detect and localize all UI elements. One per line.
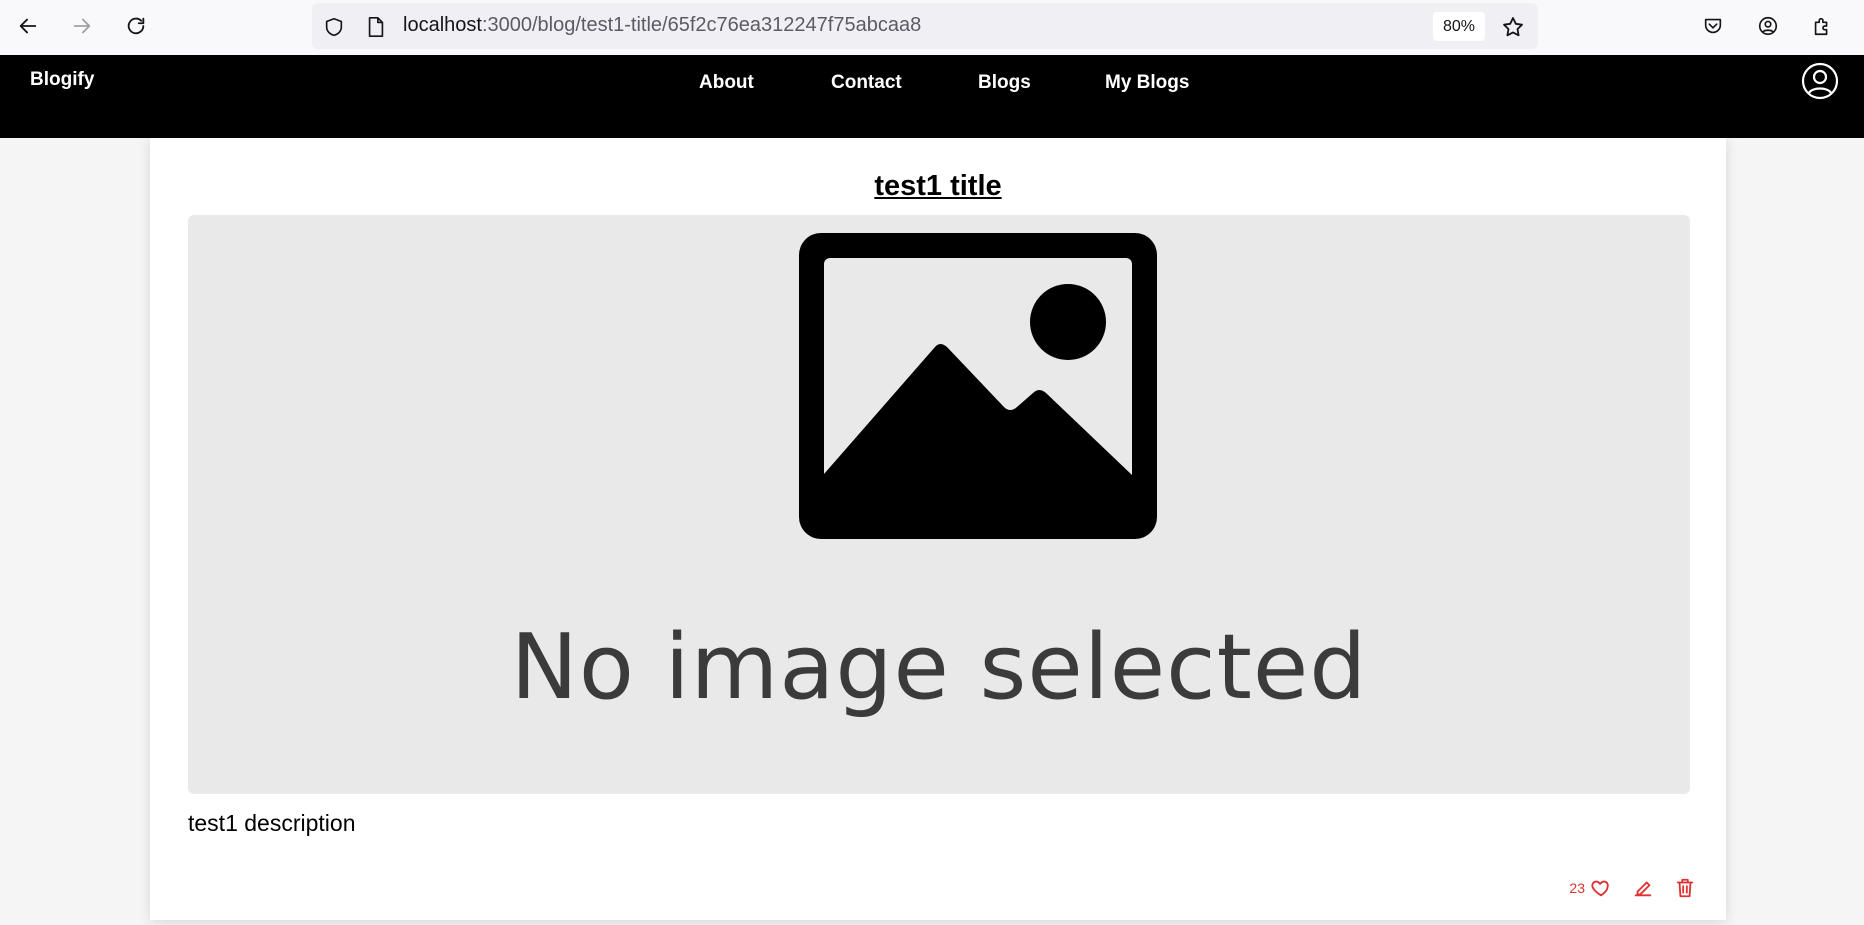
nav-my-blogs[interactable]: My Blogs [1105, 72, 1189, 94]
puzzle-icon [1814, 17, 1828, 36]
post-actions: 23 [1569, 876, 1697, 900]
arrow-right-icon [73, 18, 91, 34]
edit-icon[interactable] [1631, 876, 1655, 900]
post-description: test1 description [188, 810, 356, 836]
shield-icon[interactable] [322, 15, 346, 39]
like-group: 23 [1569, 876, 1613, 900]
account-button[interactable] [1752, 12, 1784, 40]
profile-icon[interactable] [1801, 62, 1839, 100]
star-icon[interactable] [1501, 15, 1525, 39]
no-image-caption: No image selected [510, 615, 1368, 720]
address-bar[interactable]: localhost:3000/blog/test1-title/65f2c76e… [312, 3, 1538, 49]
post-image: No image selected [188, 215, 1690, 794]
url-path: :3000/blog/test1-title/65f2c76ea312247f7… [481, 14, 922, 36]
image-placeholder-icon [799, 233, 1157, 539]
browser-toolbar: localhost:3000/blog/test1-title/65f2c76e… [0, 0, 1864, 55]
arrow-left-icon [19, 18, 37, 34]
zoom-level-badge[interactable]: 80% [1433, 12, 1485, 41]
forward-button[interactable] [66, 12, 98, 40]
trash-icon[interactable] [1673, 876, 1697, 900]
heart-icon[interactable] [1589, 876, 1613, 900]
post-title: test1 title [874, 170, 1002, 202]
blog-post-card: test1 title No image selected test1 desc… [150, 138, 1726, 920]
back-button[interactable] [12, 12, 44, 40]
url-host: localhost [403, 14, 482, 36]
pocket-button[interactable] [1697, 12, 1729, 40]
extensions-button[interactable] [1806, 12, 1838, 40]
site-navbar: Blogify About Contact Blogs My Blogs [0, 55, 1864, 138]
page-icon[interactable] [364, 15, 388, 39]
reload-button[interactable] [120, 12, 152, 40]
pocket-icon [1704, 18, 1722, 34]
reload-icon [127, 17, 145, 35]
like-count: 23 [1569, 880, 1585, 896]
nav-about[interactable]: About [699, 72, 754, 94]
nav-links: About Contact Blogs My Blogs [0, 72, 1864, 102]
user-circle-icon [1758, 16, 1778, 36]
nav-blogs[interactable]: Blogs [978, 72, 1031, 94]
nav-contact[interactable]: Contact [831, 72, 902, 94]
url-text[interactable]: localhost:3000/blog/test1-title/65f2c76e… [403, 14, 921, 37]
